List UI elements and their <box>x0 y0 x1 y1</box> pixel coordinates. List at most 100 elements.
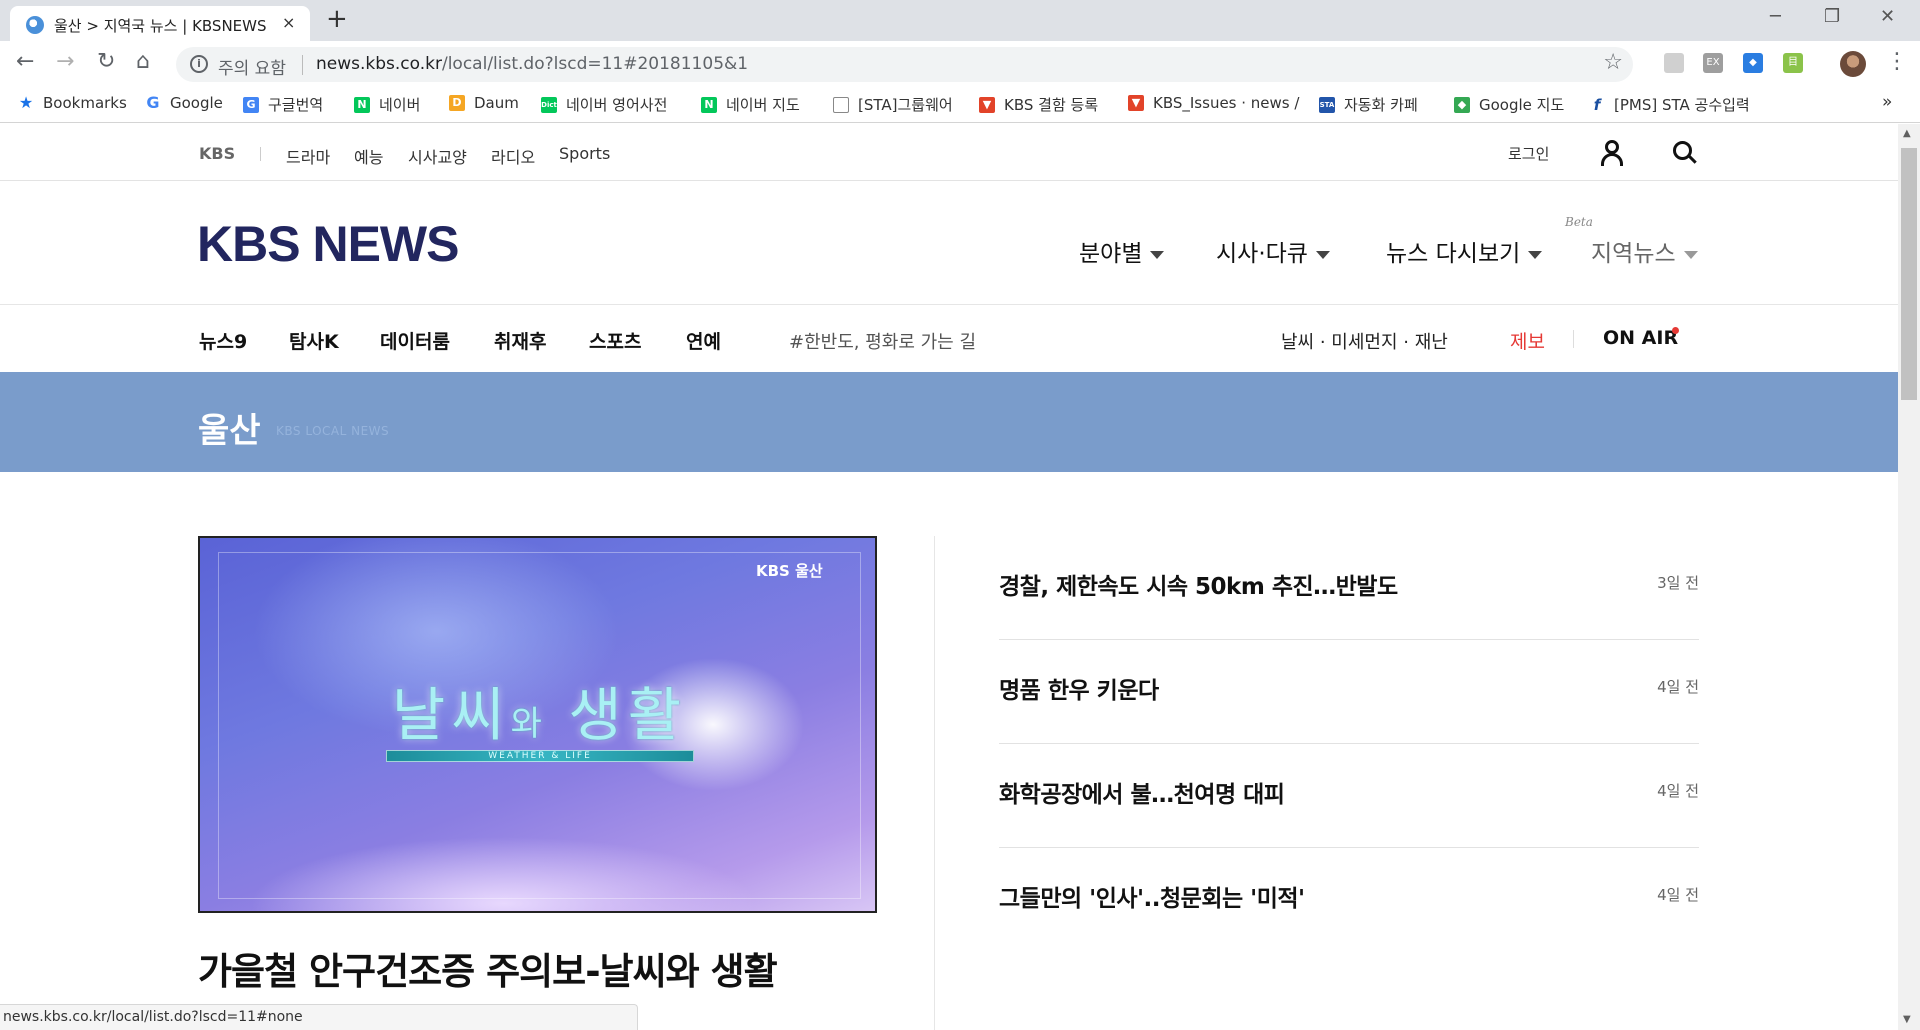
bookmark-item[interactable]: N 네이버 지도 <box>701 94 800 115</box>
extension-icon[interactable]: EX <box>1703 53 1723 73</box>
status-bar-url: news.kbs.co.kr/local/list.do?lscd=11#non… <box>0 1004 638 1030</box>
user-icon[interactable] <box>1600 140 1624 166</box>
search-icon[interactable] <box>1673 141 1697 165</box>
extension-icon[interactable] <box>1664 53 1684 73</box>
subnav-after-report[interactable]: 취재후 <box>494 327 546 354</box>
caret-down-icon <box>1150 250 1165 259</box>
toolbar: ← → ↻ ⌂ i 주의 요함 news.kbs.co.kr/local/lis… <box>0 41 1920 88</box>
scroll-up-icon[interactable]: ▲ <box>1903 128 1911 139</box>
page-viewport: KBS 드라마 예능 시사교양 라디오 Sports 로그인 KBS NEWS … <box>0 124 1898 1030</box>
star-icon: ★ <box>18 93 34 112</box>
tab-close-icon[interactable]: × <box>282 13 295 32</box>
more-bookmarks-button[interactable]: » <box>1882 92 1892 112</box>
menu-docu[interactable]: 시사·다큐 <box>1216 234 1330 268</box>
topnav-drama[interactable]: 드라마 <box>286 144 330 168</box>
topnav-culture[interactable]: 시사교양 <box>408 144 467 168</box>
gitlab-icon: ▼ <box>1128 95 1144 111</box>
region-banner: 울산 KBS LOCAL NEWS <box>0 372 1898 472</box>
bookmark-item[interactable]: G 구글번역 <box>243 94 323 115</box>
kbs-home-link[interactable]: KBS <box>199 144 235 163</box>
vertical-scrollbar[interactable]: ▲ ▼ <box>1898 124 1920 1030</box>
translate-icon: G <box>243 96 259 113</box>
region-subtitle: KBS LOCAL NEWS <box>276 424 390 438</box>
profile-avatar[interactable] <box>1840 51 1866 77</box>
featured-thumbnail[interactable]: KBS 울산 날씨와 생활 WEATHER & LIFE <box>198 536 877 913</box>
back-button[interactable]: ← <box>16 51 34 73</box>
sub-nav: 뉴스9 탐사K 데이터룸 취재후 스포츠 연예 #한반도, 평화로 가는 길 날… <box>0 306 1898 370</box>
news-time: 4일 전 <box>1657 678 1699 696</box>
google-icon: G <box>146 93 160 112</box>
subnav-tamsak[interactable]: 탐사K <box>289 327 339 354</box>
bookmark-item[interactable]: ▼ KBS_Issues · news / <box>1128 94 1299 112</box>
kbs-favicon-icon <box>26 16 44 34</box>
list-item[interactable]: 경찰, 제한속도 시속 50km 추진…반발도 3일 전 <box>999 536 1699 640</box>
menu-icon[interactable]: ⋮ <box>1886 49 1908 74</box>
browser-tab[interactable]: 울산 > 지역국 뉴스 | KBSNEWS × <box>10 6 310 41</box>
news-title[interactable]: 명품 한우 키운다 <box>999 671 1159 705</box>
naver-icon: N <box>701 96 717 113</box>
list-item[interactable]: 그들만의 '인사'..청문회는 '미적' 4일 전 <box>999 848 1699 952</box>
bookmark-item[interactable]: [STA]그룹웨어 <box>833 94 953 115</box>
bookmark-item[interactable]: STA 자동화 카페 <box>1319 94 1418 115</box>
close-window-button[interactable]: ✕ <box>1880 6 1895 27</box>
subnav-entertainment[interactable]: 연예 <box>686 327 721 354</box>
region-title: 울산 <box>198 411 261 451</box>
bookmark-item[interactable]: ★ Bookmarks <box>18 94 127 112</box>
extension-icon[interactable]: 目 <box>1783 53 1803 73</box>
bookmark-item[interactable]: N 네이버 <box>354 94 420 115</box>
address-bar[interactable]: i 주의 요함 news.kbs.co.kr/local/list.do?lsc… <box>176 47 1633 82</box>
url-text[interactable]: news.kbs.co.kr/local/list.do?lscd=11#201… <box>316 54 748 74</box>
reload-button[interactable]: ↻ <box>97 51 115 73</box>
beta-label: Beta <box>1565 215 1593 229</box>
forward-button[interactable]: → <box>56 51 74 73</box>
featured-headline[interactable]: 가을철 안구건조증 주의보-날씨와 생활 <box>198 941 778 995</box>
subnav-sports[interactable]: 스포츠 <box>589 327 641 354</box>
kbs-top-nav: KBS 드라마 예능 시사교양 라디오 Sports 로그인 <box>0 124 1898 181</box>
news-title[interactable]: 화학공장에서 불…천여명 대피 <box>999 775 1285 809</box>
gitlab-icon: ▼ <box>979 96 995 113</box>
kbs-news-logo[interactable]: KBS NEWS <box>197 215 459 273</box>
bookmark-star-icon[interactable]: ☆ <box>1603 50 1623 75</box>
subnav-news9[interactable]: 뉴스9 <box>199 327 247 354</box>
topnav-sports[interactable]: Sports <box>559 144 610 163</box>
news-title[interactable]: 경찰, 제한속도 시속 50km 추진…반발도 <box>999 567 1398 601</box>
scroll-down-icon[interactable]: ▼ <box>1903 1014 1911 1025</box>
menu-category[interactable]: 분야별 <box>1079 234 1165 268</box>
new-tab-button[interactable]: + <box>326 6 348 32</box>
divider <box>260 147 261 161</box>
subnav-dataroom[interactable]: 데이터룸 <box>380 327 450 354</box>
thumbnail-bar-label: WEATHER & LIFE <box>488 751 592 761</box>
maps-icon: ◆ <box>1454 96 1470 113</box>
info-icon[interactable]: i <box>190 55 208 73</box>
on-air-link[interactable]: ON AIR <box>1603 327 1678 349</box>
bookmark-item[interactable]: D Daum <box>449 94 519 112</box>
minimize-button[interactable]: ─ <box>1770 6 1781 27</box>
bookmark-item[interactable]: ◆ Google 지도 <box>1454 94 1564 115</box>
home-button[interactable]: ⌂ <box>136 51 150 73</box>
maximize-button[interactable]: ❐ <box>1824 6 1840 27</box>
report-link[interactable]: 제보 <box>1510 327 1545 354</box>
thumbnail-badge: KBS 울산 <box>756 562 823 580</box>
list-item[interactable]: 명품 한우 키운다 4일 전 <box>999 640 1699 744</box>
news-title[interactable]: 그들만의 '인사'..청문회는 '미적' <box>999 879 1305 913</box>
thumbnail-title: 날씨와 생활 <box>391 681 688 749</box>
news-time: 4일 전 <box>1657 782 1699 800</box>
news-time: 3일 전 <box>1657 574 1699 592</box>
scroll-thumb[interactable] <box>1901 148 1917 400</box>
bookmark-item[interactable]: f [PMS] STA 공수입력 <box>1589 94 1750 115</box>
menu-replay[interactable]: 뉴스 다시보기 <box>1386 234 1543 268</box>
bookmark-item[interactable]: G Google <box>145 93 222 112</box>
weather-link[interactable]: 날씨 · 미세먼지 · 재난 <box>1281 328 1448 354</box>
security-warning[interactable]: 주의 요함 <box>218 54 286 79</box>
extension-icon[interactable]: ◆ <box>1743 53 1763 73</box>
sta-icon: STA <box>1319 96 1335 113</box>
login-link[interactable]: 로그인 <box>1508 143 1549 164</box>
bookmark-item[interactable]: ▼ KBS 결함 등록 <box>979 94 1098 115</box>
hashtag-link[interactable]: #한반도, 평화로 가는 길 <box>789 328 976 354</box>
topnav-variety[interactable]: 예능 <box>354 144 383 168</box>
bookmark-item[interactable]: Dict 네이버 영어사전 <box>541 94 667 115</box>
list-item[interactable]: 화학공장에서 불…천여명 대피 4일 전 <box>999 744 1699 848</box>
menu-local-news[interactable]: 지역뉴스 <box>1591 234 1698 268</box>
pms-icon: f <box>1593 95 1601 114</box>
topnav-radio[interactable]: 라디오 <box>491 144 535 168</box>
